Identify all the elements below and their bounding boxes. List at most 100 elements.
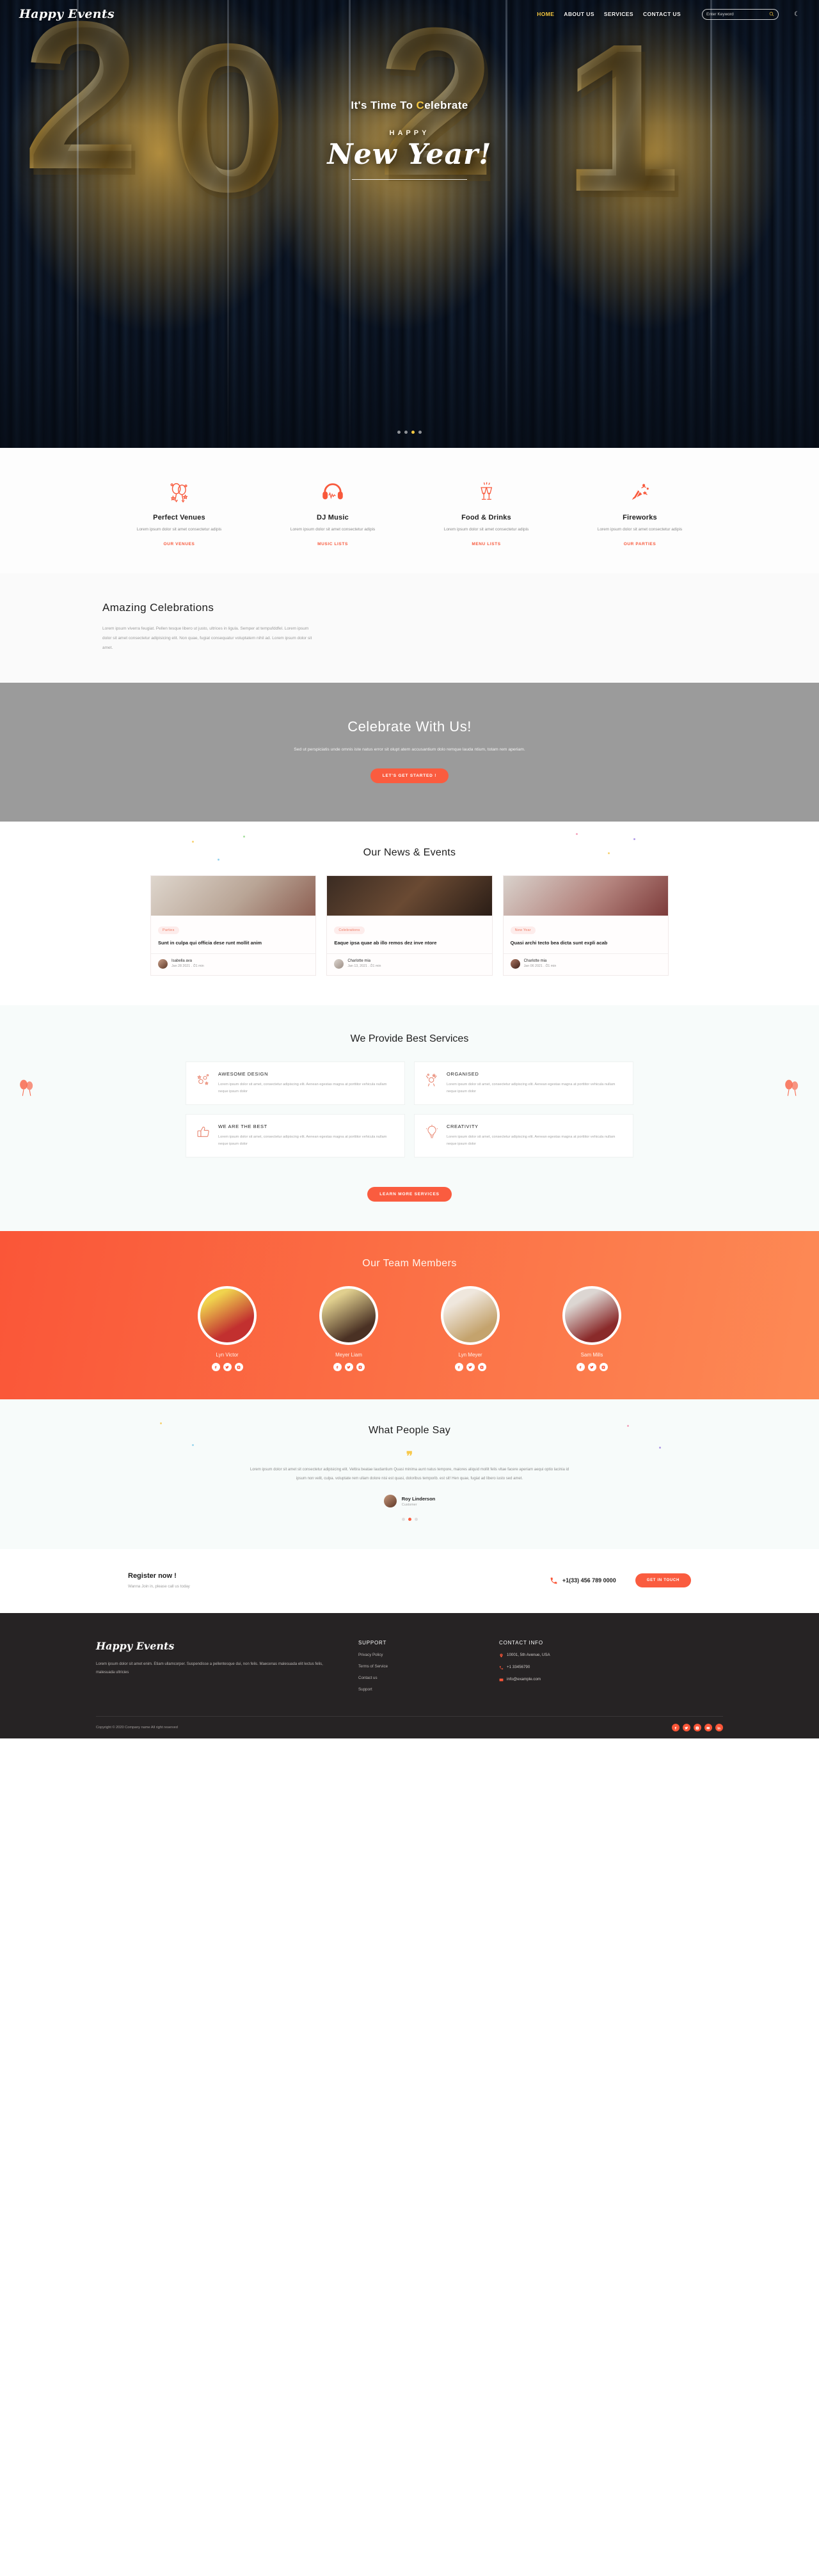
news-events-section: Our News & Events Parties Sunt in culpa …	[0, 822, 819, 1005]
testimonial-dot-active[interactable]	[408, 1518, 411, 1522]
register-title: Register now !	[128, 1572, 177, 1580]
testimonial-dot[interactable]	[414, 1518, 418, 1522]
testimonial-dot[interactable]	[401, 1518, 405, 1522]
balloons-icon	[111, 477, 247, 507]
hero-slider-dots[interactable]	[0, 431, 819, 434]
lets-get-started-button[interactable]: LET'S GET STARTED !	[370, 768, 449, 784]
footer-link-terms-of-service[interactable]: Terms of Service	[358, 1664, 480, 1669]
service-card[interactable]: CREATIVITY Lorem ipsum dolor sit amet, c…	[414, 1114, 633, 1158]
hero-dot[interactable]	[418, 431, 422, 434]
team-social-links	[422, 1363, 518, 1372]
team-section: Our Team Members Lyn Victor Meyer Liam L…	[0, 1231, 819, 1400]
instagram-icon[interactable]	[599, 1363, 608, 1372]
avatar	[383, 1495, 397, 1508]
team-social-links	[301, 1363, 397, 1372]
search-icon[interactable]	[769, 12, 774, 17]
service-desc: Lorem ipsum dolor sit amet, consectetur …	[447, 1135, 616, 1147]
twitter-icon[interactable]	[466, 1363, 475, 1372]
team-member: Sam Mills	[544, 1286, 640, 1372]
headphones-icon	[265, 477, 401, 507]
testimonial-dots[interactable]	[0, 1518, 819, 1522]
search-input[interactable]	[706, 12, 770, 17]
register-phone-number: +1(33) 456 789 0000	[562, 1577, 616, 1584]
avatar	[319, 1286, 378, 1346]
footer-bottom-bar: Copyright © 2020 Company name All right …	[96, 1716, 723, 1738]
hero-dot-active[interactable]	[411, 431, 415, 434]
footer-link-contact-us[interactable]: Contact us	[358, 1676, 480, 1680]
hero-dot[interactable]	[397, 431, 401, 434]
get-in-touch-button[interactable]: GET IN TOUCH	[635, 1573, 691, 1588]
twitter-icon[interactable]	[344, 1363, 353, 1372]
team-member: Lyn Meyer	[422, 1286, 518, 1372]
feature-title: Food & Drinks	[461, 514, 511, 521]
footer-support-heading: SUPPORT	[358, 1640, 387, 1646]
feature-card: DJ Music Lorem ipsum dolor sit amet cons…	[256, 477, 410, 546]
footer-about-text: Lorem ipsum dolor sit amet enim. Etiam u…	[96, 1662, 323, 1675]
news-tag[interactable]: Parties	[158, 926, 179, 935]
service-title: ORGANISED	[447, 1070, 479, 1077]
service-card[interactable]: ORGANISED Lorem ipsum dolor sit amet, co…	[414, 1061, 633, 1106]
instagram-icon[interactable]	[694, 1724, 701, 1732]
news-card[interactable]: Parties Sunt in culpa qui officia dese r…	[150, 875, 317, 976]
search-box[interactable]	[702, 8, 779, 20]
celebrate-body: Sed ut perspiciatis unde omnis iste natu…	[294, 747, 525, 752]
footer-link-privacy-policy[interactable]: Privacy Policy	[358, 1653, 480, 1657]
service-card[interactable]: AWESOME DESIGN Lorem ipsum dolor sit ame…	[186, 1061, 405, 1106]
hero-kicker-post: elebrate	[424, 99, 468, 111]
team-member-name: Sam Mills	[580, 1352, 603, 1358]
service-desc: Lorem ipsum dolor sit amet, consectetur …	[218, 1135, 387, 1147]
footer-link-support[interactable]: Support	[358, 1687, 480, 1692]
news-tag[interactable]: Celebrations	[334, 926, 365, 935]
nav-link-services[interactable]: SERVICES	[604, 11, 633, 17]
feature-link-menu-lists[interactable]: MENU LISTS	[418, 542, 554, 546]
linkedin-icon[interactable]	[715, 1724, 723, 1732]
news-card-title[interactable]: Sunt in culpa qui officia dese runt moll…	[158, 939, 308, 947]
footer-brand-logo[interactable]: Happy Events	[96, 1640, 339, 1652]
twitter-icon[interactable]	[587, 1363, 596, 1372]
nav-link-about-us[interactable]: ABOUT US	[564, 11, 594, 17]
service-card[interactable]: WE ARE THE BEST Lorem ipsum dolor sit am…	[186, 1114, 405, 1158]
facebook-icon[interactable]	[454, 1363, 463, 1372]
learn-more-services-button[interactable]: LEARN MORE SERVICES	[367, 1187, 452, 1202]
facebook-icon[interactable]	[211, 1363, 220, 1372]
news-card[interactable]: New Year Quasi archi tecto bea dicta sun…	[502, 875, 669, 976]
news-author-block: Isabella ava Jan 28 2021 . ⏱1 min	[171, 959, 204, 969]
news-card-title[interactable]: Quasi archi tecto bea dicta sunt expli a…	[511, 939, 661, 947]
party-popper-icon	[572, 477, 708, 507]
service-desc: Lorem ipsum dolor sit amet, consectetur …	[218, 1082, 387, 1093]
balloons-icon	[20, 1079, 33, 1096]
footer-contact-email[interactable]: info@example.com	[499, 1677, 621, 1682]
instagram-icon[interactable]	[234, 1363, 243, 1372]
news-title: Our News & Events	[363, 847, 456, 859]
news-body: Parties Sunt in culpa qui officia dese r…	[151, 916, 315, 947]
facebook-icon[interactable]	[672, 1724, 680, 1732]
amazing-title: Amazing Celebrations	[102, 601, 214, 614]
news-card-title[interactable]: Eaque ipsa quae ab illo remos dez inve n…	[334, 939, 484, 947]
nav-link-home[interactable]: HOME	[537, 11, 554, 17]
moon-icon[interactable]: ☾	[794, 11, 800, 18]
twitter-icon[interactable]	[683, 1724, 690, 1732]
news-tag[interactable]: New Year	[510, 926, 536, 935]
footer-contact-email-text: info@example.com	[507, 1677, 541, 1682]
facebook-icon[interactable]	[333, 1363, 342, 1372]
footer-contact-phone[interactable]: +1 33456790	[499, 1665, 621, 1670]
register-phone[interactable]: +1(33) 456 789 0000	[550, 1577, 616, 1585]
feature-link-our-parties[interactable]: OUR PARTIES	[572, 542, 708, 546]
twitter-icon[interactable]	[223, 1363, 232, 1372]
news-card[interactable]: Celebrations Eaque ipsa quae ab illo rem…	[326, 875, 493, 976]
hero-dot[interactable]	[404, 431, 408, 434]
feature-title: Fireworks	[623, 514, 657, 521]
brand-logo[interactable]: Happy Events	[19, 7, 115, 21]
instagram-icon[interactable]	[477, 1363, 486, 1372]
feature-link-our-venues[interactable]: OUR VENUES	[111, 542, 247, 546]
testimonial-quote: Lorem ipsum dolor sit amet sit consectet…	[250, 1468, 569, 1481]
footer-contact-address-text: 10001, 5th Avenue, USA	[507, 1653, 550, 1658]
feature-link-music-lists[interactable]: MUSIC LISTS	[265, 542, 401, 546]
news-date: Jan 06 2021 . ⏱1 min	[523, 964, 557, 968]
youtube-icon[interactable]	[704, 1724, 712, 1732]
footer: Happy Events Lorem ipsum dolor sit amet …	[0, 1613, 819, 1739]
facebook-icon[interactable]	[576, 1363, 585, 1372]
nav-link-contact-us[interactable]: CONTACT US	[643, 11, 681, 17]
confetti-stars-icon	[195, 1071, 212, 1095]
instagram-icon[interactable]	[356, 1363, 365, 1372]
